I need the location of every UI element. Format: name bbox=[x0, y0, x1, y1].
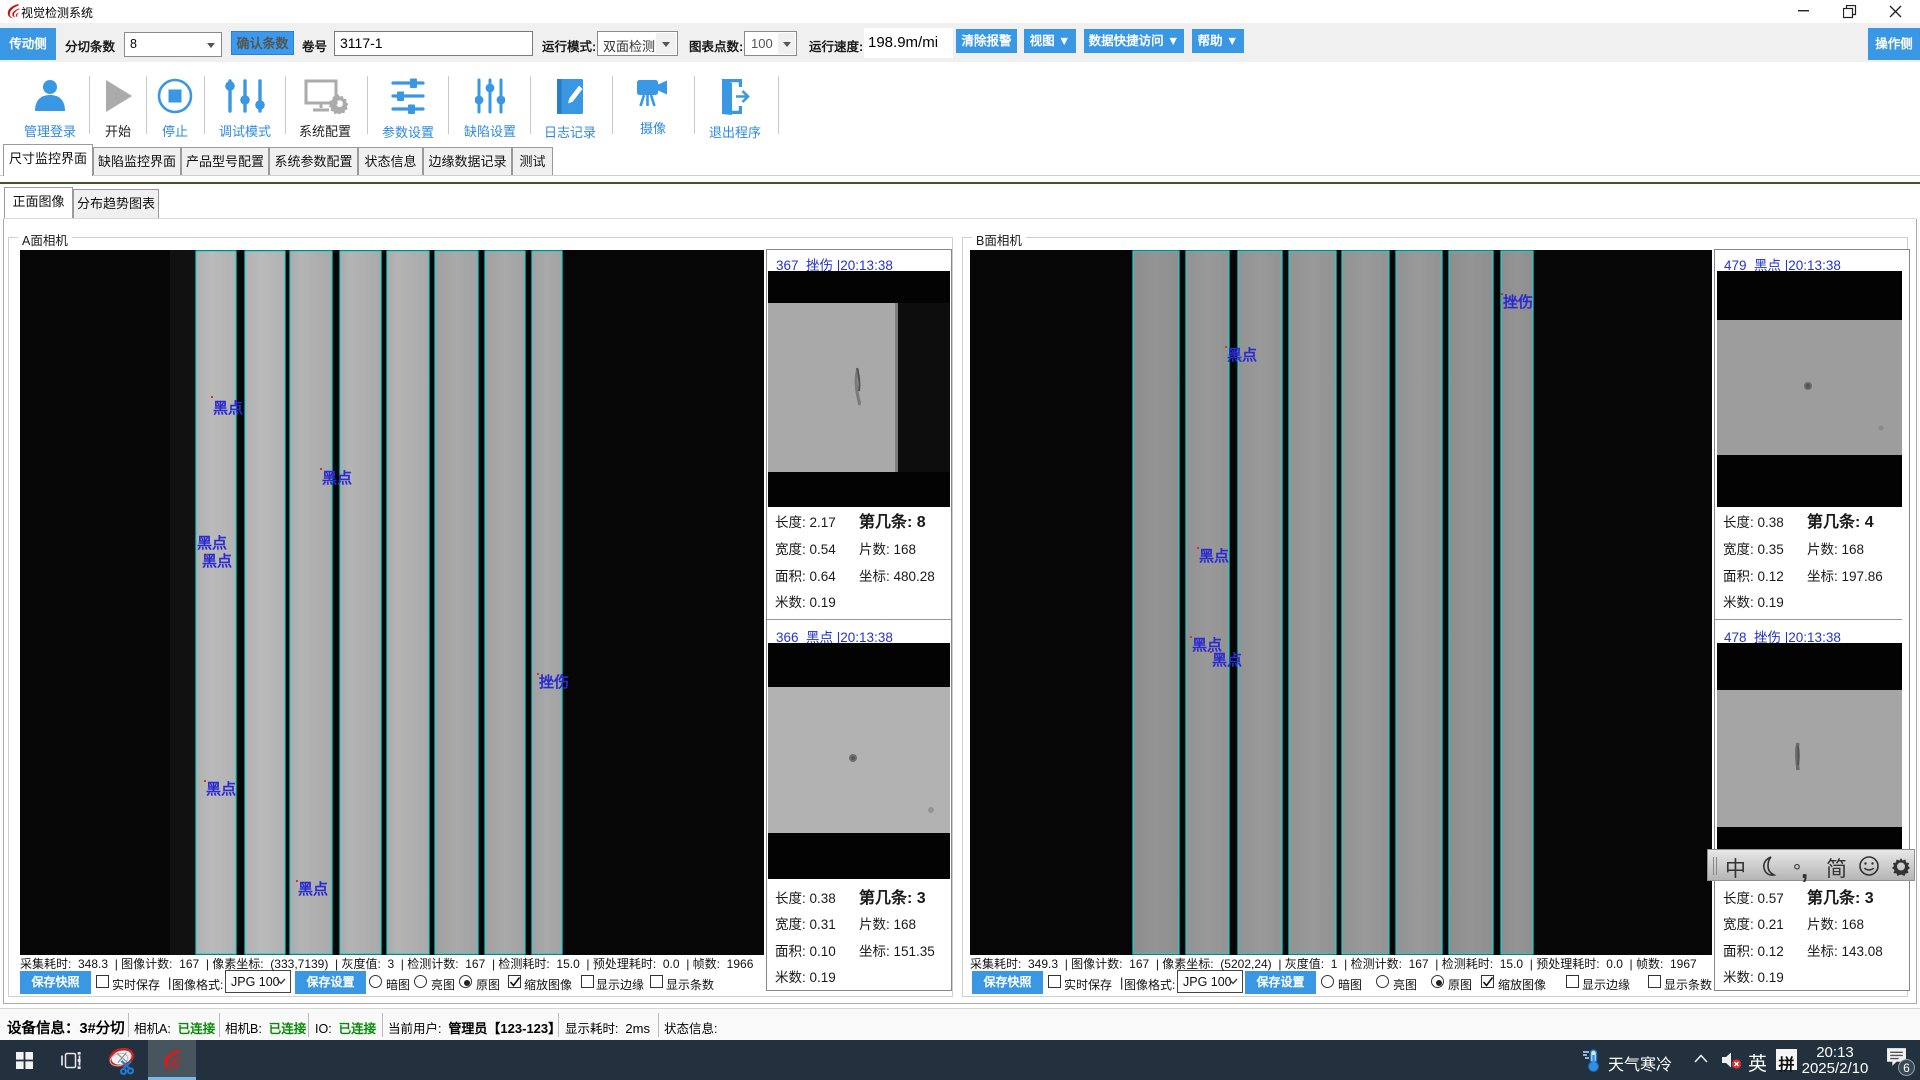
svg-text:挫伤: 挫伤 bbox=[539, 673, 569, 691]
svg-text:黑点: 黑点 bbox=[213, 400, 243, 417]
svg-text:黑点: 黑点 bbox=[197, 535, 227, 552]
svg-text:黑点: 黑点 bbox=[322, 470, 352, 487]
svg-text:挫伤: 挫伤 bbox=[1503, 293, 1533, 311]
svg-text:黑点: 黑点 bbox=[206, 781, 236, 798]
svg-text:黑点: 黑点 bbox=[1199, 548, 1229, 565]
svg-text:黑点: 黑点 bbox=[1212, 652, 1242, 669]
svg-text:黑点: 黑点 bbox=[1227, 347, 1257, 364]
svg-text:黑点: 黑点 bbox=[1192, 637, 1222, 654]
svg-text:黑点: 黑点 bbox=[298, 881, 328, 898]
